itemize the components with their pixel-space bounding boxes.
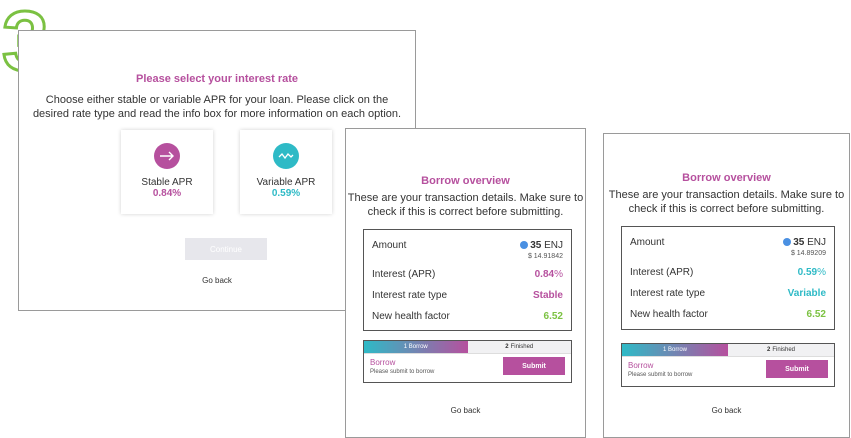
overview-description: These are your transaction details. Make… <box>608 189 845 215</box>
interest-value: 0.84 <box>534 269 555 280</box>
step-tab-finished: 2 Finished <box>728 344 834 356</box>
enj-token-icon <box>520 241 529 249</box>
variable-apr-option[interactable]: Variable APR 0.59% <box>240 130 332 214</box>
progress-box: 1 Borrow 2 Finished Borrow Please submit … <box>363 340 572 383</box>
health-value: 6.52 <box>806 309 826 320</box>
amount-value: 35 <box>793 237 805 248</box>
health-value: 6.52 <box>543 311 563 322</box>
stable-apr-value: 0.84 <box>152 188 173 199</box>
variable-apr-value: 0.59 <box>271 188 292 199</box>
borrow-step-hint: Please submit to borrow <box>370 369 435 375</box>
wave-icon <box>273 143 299 169</box>
details-box: Amount 35 ENJ $ 14.89209 Interest (APR) … <box>621 226 835 330</box>
interest-label: Interest (APR) <box>630 267 694 278</box>
details-box: Amount 35 ENJ $ 14.91842 Interest (APR) … <box>363 229 572 331</box>
submit-button[interactable]: Submit <box>766 360 828 378</box>
rate-type-label: Interest rate type <box>372 290 448 301</box>
enj-token-icon <box>783 238 792 246</box>
stable-apr-label: Stable APR <box>141 177 193 188</box>
rate-type-value: Stable <box>532 290 563 301</box>
rate-select-title: Please select your interest rate <box>135 73 299 85</box>
borrow-overview-stable-panel: Borrow overview These are your transacti… <box>345 128 586 438</box>
continue-button[interactable]: Continue <box>185 238 267 260</box>
overview-title: Borrow overview <box>682 172 771 184</box>
amount-label: Amount <box>372 240 407 251</box>
overview-description: These are your transaction details. Make… <box>347 192 584 218</box>
borrow-step-hint: Please submit to borrow <box>628 372 693 378</box>
step-tab-finished: 2 Finished <box>467 341 571 353</box>
arrow-right-icon <box>154 143 180 169</box>
progress-box: 1 Borrow 2 Finished Borrow Please submit … <box>621 343 835 387</box>
borrow-overview-variable-panel: Borrow overview These are your transacti… <box>603 133 850 438</box>
rate-select-description: Choose either stable or variable APR for… <box>32 94 402 120</box>
borrow-step-label: Borrow <box>628 361 654 370</box>
borrow-step-label: Borrow <box>370 358 396 367</box>
interest-label: Interest (APR) <box>372 269 436 280</box>
amount-usd: $ 14.89209 <box>790 250 826 257</box>
health-label: New health factor <box>372 311 450 322</box>
overview-title: Borrow overview <box>421 175 510 187</box>
amount-label: Amount <box>630 237 665 248</box>
health-label: New health factor <box>630 309 708 320</box>
submit-button[interactable]: Submit <box>503 357 565 375</box>
amount-usd: $ 14.91842 <box>527 253 563 260</box>
rate-type-value: Variable <box>787 288 826 299</box>
variable-apr-label: Variable APR <box>256 177 316 188</box>
amount-value: 35 <box>530 240 542 251</box>
stable-apr-option[interactable]: Stable APR 0.84% <box>121 130 213 214</box>
step-tab-borrow: 1 Borrow <box>622 344 728 356</box>
step-tab-borrow: 1 Borrow <box>364 341 468 353</box>
interest-value: 0.59 <box>797 267 818 278</box>
rate-type-label: Interest rate type <box>630 288 706 299</box>
go-back-link[interactable]: Go back <box>346 406 585 415</box>
go-back-link[interactable]: Go back <box>604 406 849 415</box>
